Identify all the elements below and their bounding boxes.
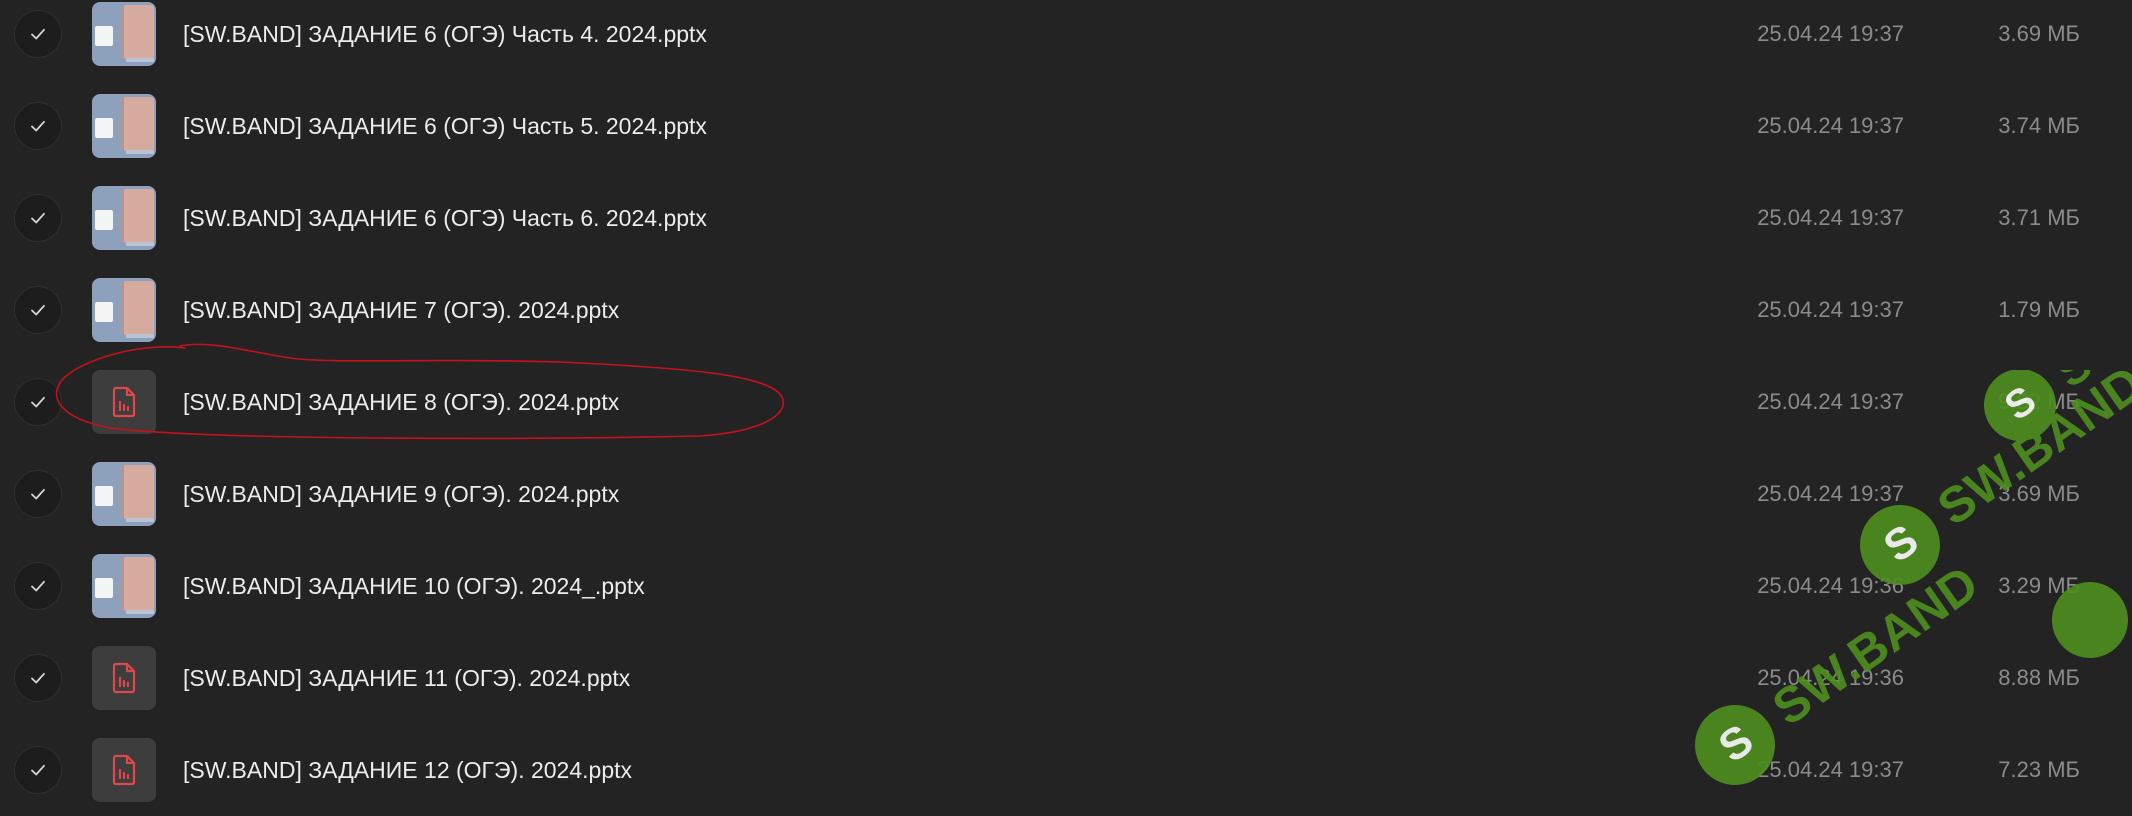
file-row[interactable]: [SW.BAND] ЗАДАНИЕ 6 (ОГЭ) Часть 6. 2024.… — [0, 172, 2132, 264]
file-date: 25.04.24 19:36 — [1757, 573, 1904, 598]
file-row[interactable]: [SW.BAND] ЗАДАНИЕ 7 (ОГЭ). 2024.pptx 25.… — [0, 264, 2132, 356]
file-row[interactable]: [SW.BAND] ЗАДАНИЕ 6 (ОГЭ) Часть 4. 2024.… — [0, 0, 2132, 80]
select-checkbox[interactable] — [14, 746, 62, 794]
check-icon — [31, 580, 45, 592]
presentation-file-icon — [112, 662, 136, 694]
file-name[interactable]: [SW.BAND] ЗАДАНИЕ 6 (ОГЭ) Часть 4. 2024.… — [183, 0, 707, 80]
select-checkbox[interactable] — [14, 194, 62, 242]
file-row[interactable]: [SW.BAND] ЗАДАНИЕ 12 (ОГЭ). 2024.pptx 25… — [0, 724, 2132, 816]
check-icon — [31, 396, 45, 408]
check-icon — [31, 28, 45, 40]
select-checkbox[interactable] — [14, 286, 62, 334]
file-thumbnail — [92, 646, 156, 710]
file-thumbnail — [92, 554, 156, 618]
file-size: 3.74 МБ — [1998, 113, 2080, 138]
file-thumbnail — [92, 278, 156, 342]
file-name[interactable]: [SW.BAND] ЗАДАНИЕ 7 (ОГЭ). 2024.pptx — [183, 264, 619, 356]
check-icon — [31, 764, 45, 776]
file-date: 25.04.24 19:37 — [1757, 481, 1904, 506]
file-name[interactable]: [SW.BAND] ЗАДАНИЕ 8 (ОГЭ). 2024.pptx — [183, 356, 619, 448]
file-name[interactable]: [SW.BAND] ЗАДАНИЕ 6 (ОГЭ) Часть 6. 2024.… — [183, 172, 707, 264]
file-thumbnail — [92, 2, 156, 66]
check-icon — [31, 488, 45, 500]
file-size: 3.71 МБ — [1998, 205, 2080, 230]
check-icon — [31, 212, 45, 224]
file-thumbnail — [92, 186, 156, 250]
file-date: 25.04.24 19:37 — [1757, 113, 1904, 138]
file-thumbnail — [92, 738, 156, 802]
check-icon — [31, 304, 45, 316]
file-name[interactable]: [SW.BAND] ЗАДАНИЕ 12 (ОГЭ). 2024.pptx — [183, 724, 632, 816]
file-thumbnail — [92, 462, 156, 526]
file-row[interactable]: [SW.BAND] ЗАДАНИЕ 10 (ОГЭ). 2024_.pptx 2… — [0, 540, 2132, 632]
file-row[interactable]: [SW.BAND] ЗАДАНИЕ 8 (ОГЭ). 2024.pptx 25.… — [0, 356, 2132, 448]
select-checkbox[interactable] — [14, 102, 62, 150]
file-row[interactable]: [SW.BAND] ЗАДАНИЕ 9 (ОГЭ). 2024.pptx 25.… — [0, 448, 2132, 540]
check-icon — [31, 120, 45, 132]
file-name[interactable]: [SW.BAND] ЗАДАНИЕ 9 (ОГЭ). 2024.pptx — [183, 448, 619, 540]
file-size: 9.82 МБ — [1998, 389, 2080, 414]
presentation-file-icon — [112, 754, 136, 786]
select-checkbox[interactable] — [14, 378, 62, 426]
file-size: 8.88 МБ — [1998, 665, 2080, 690]
select-checkbox[interactable] — [14, 10, 62, 58]
file-date: 25.04.24 19:37 — [1757, 757, 1904, 782]
file-name[interactable]: [SW.BAND] ЗАДАНИЕ 6 (ОГЭ) Часть 5. 2024.… — [183, 80, 707, 172]
file-size: 3.29 МБ — [1998, 573, 2080, 598]
file-date: 25.04.24 19:37 — [1757, 205, 1904, 230]
file-date: 25.04.24 19:37 — [1757, 297, 1904, 322]
file-thumbnail — [92, 370, 156, 434]
file-size: 3.69 МБ — [1998, 481, 2080, 506]
file-row[interactable]: [SW.BAND] ЗАДАНИЕ 11 (ОГЭ). 2024.pptx 25… — [0, 632, 2132, 724]
file-name[interactable]: [SW.BAND] ЗАДАНИЕ 10 (ОГЭ). 2024_.pptx — [183, 540, 645, 632]
select-checkbox[interactable] — [14, 470, 62, 518]
check-icon — [31, 672, 45, 684]
file-thumbnail — [92, 94, 156, 158]
file-date: 25.04.24 19:37 — [1757, 389, 1904, 414]
file-name[interactable]: [SW.BAND] ЗАДАНИЕ 11 (ОГЭ). 2024.pptx — [183, 632, 630, 724]
file-row[interactable]: [SW.BAND] ЗАДАНИЕ 6 (ОГЭ) Часть 5. 2024.… — [0, 80, 2132, 172]
file-date: 25.04.24 19:36 — [1757, 665, 1904, 690]
file-size: 7.23 МБ — [1998, 757, 2080, 782]
file-size: 3.69 МБ — [1998, 21, 2080, 46]
select-checkbox[interactable] — [14, 654, 62, 702]
select-checkbox[interactable] — [14, 562, 62, 610]
file-date: 25.04.24 19:37 — [1757, 21, 1904, 46]
file-list: [SW.BAND] ЗАДАНИЕ 6 (ОГЭ) Часть 4. 2024.… — [0, 0, 2132, 812]
presentation-file-icon — [112, 386, 136, 418]
file-size: 1.79 МБ — [1998, 297, 2080, 322]
